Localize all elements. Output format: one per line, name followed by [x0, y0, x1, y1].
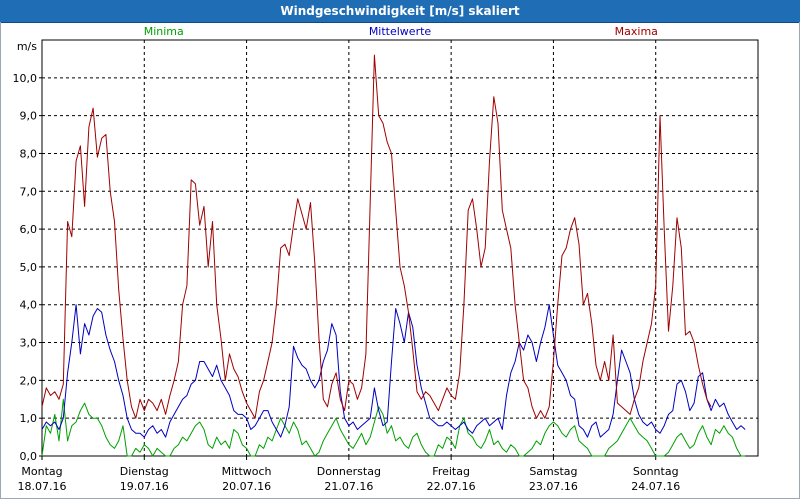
series-line-minima [41, 398, 746, 457]
chart-frame: 0,0 1,0 2,0 3,0 4,0 5,0 6,0 7,0 8,0 9,0 10,0 m/s Mon… [0, 22, 800, 499]
chart-window: Windgeschwindigkeit [m/s] skaliert 0,0 1,… [0, 0, 800, 500]
title-bar: Windgeschwindigkeit [m/s] skaliert [0, 0, 800, 23]
y-tick-label: 1,0 [20, 412, 38, 425]
series-line-mittelwerte [41, 304, 746, 438]
plot-border [41, 39, 759, 457]
x-tick-label-day: Freitag [432, 465, 470, 478]
y-tick-label: 7,0 [20, 185, 38, 198]
wind-speed-chart: 0,0 1,0 2,0 3,0 4,0 5,0 6,0 7,0 8,0 9,0 10,0 m/s Mon… [13, 25, 759, 493]
x-tick-label-day: Mittwoch [222, 465, 272, 478]
y-tick-label: 9,0 [20, 110, 38, 123]
legend-mittelwerte: Mittelwerte [369, 25, 432, 38]
x-tick-label-date: 24.07.16 [631, 480, 680, 493]
x-tick-label-day: Donnerstag [317, 465, 381, 478]
x-tick-label-date: 22.07.16 [427, 480, 476, 493]
series-line-maxima [41, 54, 712, 419]
y-tick-label: 4,0 [20, 299, 38, 312]
window-title: Windgeschwindigkeit [m/s] skaliert [280, 4, 520, 18]
x-tick-label-day: Samstag [529, 465, 577, 478]
x-tick-label-day: Sonntag [633, 465, 679, 478]
x-tick-label-day: Montag [21, 465, 62, 478]
x-tick-label-date: 19.07.16 [120, 480, 169, 493]
y-tick-label: 5,0 [20, 261, 38, 274]
y-tick-label: 2,0 [20, 374, 38, 387]
y-tick-label: 3,0 [20, 337, 38, 350]
y-tick-label: 6,0 [20, 223, 38, 236]
x-tick-label-day: Dienstag [120, 465, 169, 478]
legend-maxima: Maxima [615, 25, 658, 38]
y-tick-label: 10,0 [13, 72, 38, 85]
legend-minima: Minima [144, 25, 184, 38]
x-tick-label-date: 20.07.16 [222, 480, 271, 493]
x-tick-label-date: 18.07.16 [18, 480, 67, 493]
y-axis-label: m/s [17, 40, 37, 53]
x-tick-label-date: 21.07.16 [324, 480, 373, 493]
y-tick-label: 8,0 [20, 147, 38, 160]
x-tick-label-date: 23.07.16 [529, 480, 578, 493]
y-tick-label: 0,0 [20, 450, 38, 463]
